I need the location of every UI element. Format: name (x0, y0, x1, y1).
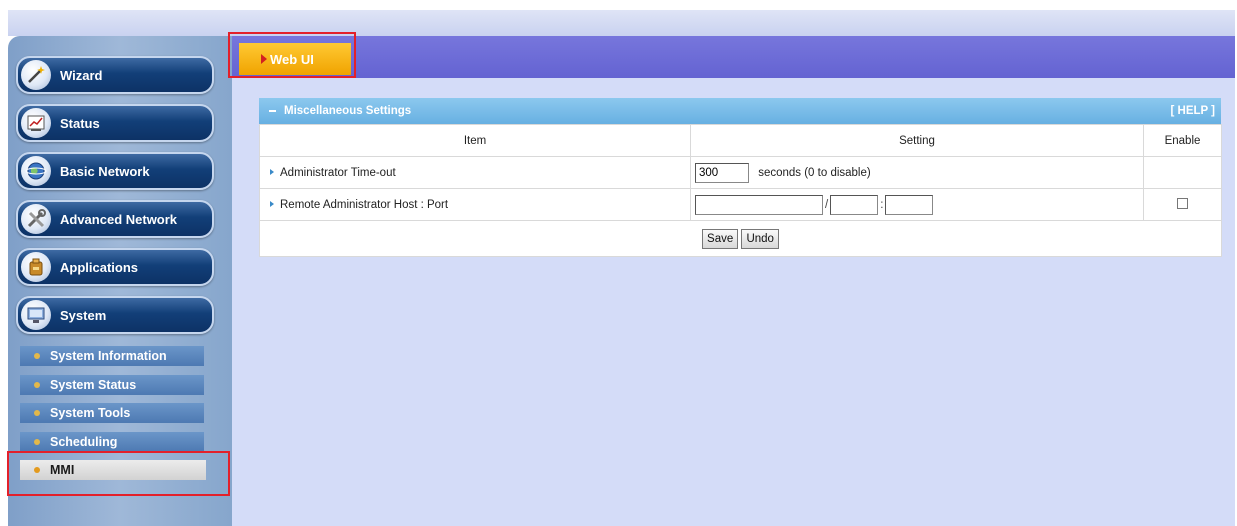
row-enable-cell (1143, 188, 1222, 221)
column-header-setting: Setting (690, 124, 1144, 157)
package-icon (21, 252, 51, 282)
nav-advanced-network-label: Advanced Network (60, 211, 178, 227)
nav-wizard-button[interactable]: Wizard (16, 56, 214, 94)
remote-mask-input[interactable] (830, 194, 879, 215)
arrow-right-icon (261, 54, 267, 64)
timeout-input[interactable] (695, 162, 749, 183)
submenu-label: MMI (50, 463, 75, 477)
nav-wizard-label: Wizard (60, 67, 103, 83)
submenu-system-information[interactable]: System Information (20, 346, 204, 366)
bullet-icon (270, 201, 274, 208)
misc-settings-panel: Miscellaneous Settings [ HELP ] Item Set… (259, 98, 1222, 257)
remote-enable-checkbox[interactable] (1177, 197, 1188, 209)
nav-system-button[interactable]: System (16, 296, 214, 334)
tab-web-ui-label: Web UI (270, 51, 314, 67)
submenu-system-tools[interactable]: System Tools (20, 403, 204, 423)
row-label-cell: Remote Administrator Host : Port (259, 188, 691, 221)
slash-separator: / (825, 198, 829, 211)
colon-separator: : (880, 198, 884, 211)
row-label-cell: Administrator Time-out (259, 156, 691, 189)
column-header-enable: Enable (1143, 124, 1222, 157)
panel-title: Miscellaneous Settings (284, 105, 412, 117)
submenu-system-status[interactable]: System Status (20, 375, 204, 395)
row-setting-cell: seconds (0 to disable) (690, 156, 1144, 189)
nav-basic-network-button[interactable]: Basic Network (16, 152, 214, 190)
timeout-hint: seconds (0 to disable) (758, 166, 871, 179)
globe-icon (21, 156, 51, 186)
bullet-icon (34, 467, 40, 473)
nav-applications-button[interactable]: Applications (16, 248, 214, 286)
table-row: Administrator Time-out seconds (0 to dis… (259, 156, 1222, 189)
row-setting-cell: /: (690, 188, 1144, 221)
wand-icon (21, 60, 51, 90)
nav-status-button[interactable]: Status (16, 104, 214, 142)
bullet-icon (34, 439, 40, 445)
table-row: Remote Administrator Host : Port /: (259, 188, 1222, 221)
nav-system-label: System (60, 307, 107, 323)
remote-host-input[interactable] (695, 194, 823, 215)
save-button[interactable]: Save (702, 228, 739, 249)
row-label: Administrator Time-out (280, 166, 396, 179)
button-row: Save Undo (259, 220, 1222, 257)
row-label: Remote Administrator Host : Port (280, 198, 449, 211)
settings-table: Item Setting Enable Administrator Time-o… (259, 124, 1222, 257)
submenu-label: System Status (50, 378, 137, 392)
bullet-icon (270, 169, 274, 176)
bullet-icon (34, 382, 40, 388)
collapse-icon[interactable] (269, 110, 276, 112)
nav-basic-network-label: Basic Network (60, 163, 150, 179)
submenu-mmi[interactable]: MMI (20, 460, 206, 480)
top-strip (8, 10, 1235, 36)
column-header-item: Item (259, 124, 691, 157)
chart-icon (21, 108, 51, 138)
tools-icon (21, 204, 51, 234)
button-cell: Save Undo (259, 220, 1222, 257)
submenu-label: Scheduling (50, 435, 118, 449)
table-header-row: Item Setting Enable (259, 124, 1222, 157)
nav-status-label: Status (60, 115, 100, 131)
panel-header: Miscellaneous Settings [ HELP ] (259, 98, 1221, 124)
submenu-label: System Tools (50, 406, 131, 420)
bullet-icon (34, 410, 40, 416)
nav-advanced-network-button[interactable]: Advanced Network (16, 200, 214, 238)
bullet-icon (34, 353, 40, 359)
help-link[interactable]: [ HELP ] (1170, 105, 1215, 117)
submenu-scheduling[interactable]: Scheduling (20, 432, 204, 452)
submenu-label: System Information (50, 349, 167, 363)
tab-web-ui[interactable]: Web UI (239, 43, 351, 75)
nav-applications-label: Applications (60, 259, 139, 275)
row-enable-cell (1143, 156, 1222, 189)
tab-band (232, 36, 1235, 78)
undo-button[interactable]: Undo (741, 228, 779, 249)
computer-icon (21, 300, 51, 330)
remote-port-input[interactable] (885, 194, 934, 215)
